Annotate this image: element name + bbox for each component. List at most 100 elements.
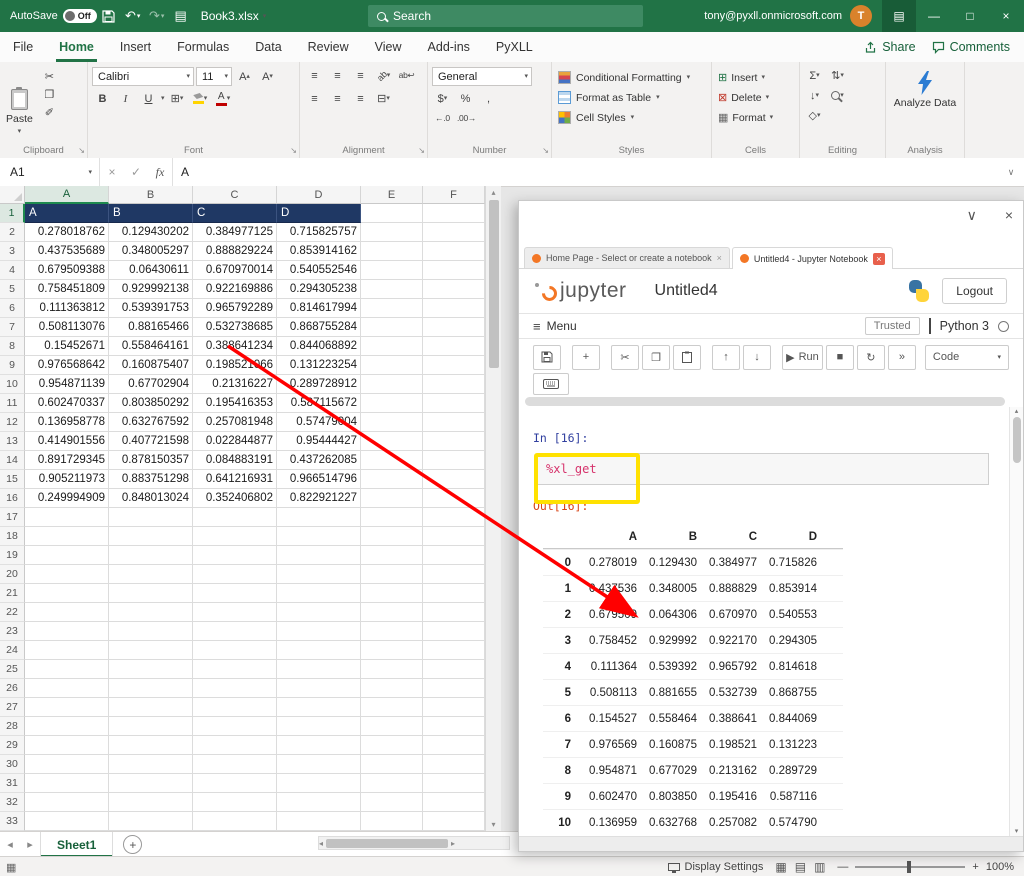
zoom-slider[interactable] bbox=[855, 866, 965, 868]
percent-button[interactable]: % bbox=[455, 90, 476, 107]
zoom-in-icon[interactable]: + bbox=[972, 861, 978, 873]
grid-cell[interactable] bbox=[423, 413, 485, 432]
move-cell-up-button[interactable]: ↑ bbox=[712, 345, 740, 370]
italic-button[interactable]: I bbox=[115, 90, 136, 107]
ribbon-tab-pyxll[interactable]: PyXLL bbox=[483, 32, 546, 62]
grid-cell[interactable]: 0.15452671 bbox=[25, 337, 109, 356]
select-all-corner[interactable] bbox=[0, 186, 25, 204]
scrollbar-thumb[interactable] bbox=[1013, 417, 1021, 463]
row-header-2[interactable]: 2 bbox=[0, 223, 25, 242]
grid-cell[interactable] bbox=[109, 679, 193, 698]
grid-cell[interactable] bbox=[193, 774, 277, 793]
grid-cell[interactable] bbox=[361, 622, 423, 641]
grid-cell[interactable]: 0.195416353 bbox=[193, 394, 277, 413]
column-header-c[interactable]: C bbox=[193, 186, 277, 204]
grid-cell[interactable]: 0.853914162 bbox=[277, 242, 361, 261]
row-header-5[interactable]: 5 bbox=[0, 280, 25, 299]
ribbon-tab-add-ins[interactable]: Add-ins bbox=[415, 32, 483, 62]
autosave-toggle[interactable]: AutoSave Off bbox=[10, 9, 97, 23]
notebook-title[interactable]: Untitled4 bbox=[655, 282, 718, 300]
zoom-out-icon[interactable]: — bbox=[837, 861, 848, 873]
grid-cell[interactable]: 0.883751298 bbox=[109, 470, 193, 489]
grid-cell[interactable]: 0.136958778 bbox=[25, 413, 109, 432]
row-header-13[interactable]: 13 bbox=[0, 432, 25, 451]
row-header-29[interactable]: 29 bbox=[0, 736, 25, 755]
wrap-text-button[interactable]: ab↩ bbox=[396, 67, 417, 84]
comments-button[interactable]: Comments bbox=[932, 40, 1010, 54]
grid-cell[interactable] bbox=[423, 774, 485, 793]
shrink-font-button[interactable]: A▾ bbox=[257, 68, 278, 85]
scroll-right-icon[interactable]: ▸ bbox=[451, 839, 455, 848]
align-middle-button[interactable]: ≡ bbox=[327, 67, 348, 84]
grid-cell[interactable]: 0.131223254 bbox=[277, 356, 361, 375]
grid-cell[interactable] bbox=[193, 565, 277, 584]
cell-type-select[interactable]: Code▾ bbox=[925, 345, 1009, 370]
row-header-26[interactable]: 26 bbox=[0, 679, 25, 698]
column-header-a[interactable]: A bbox=[25, 186, 109, 204]
ribbon-tab-view[interactable]: View bbox=[362, 32, 415, 62]
align-center-button[interactable]: ≡ bbox=[327, 90, 348, 107]
grid-cell[interactable] bbox=[423, 622, 485, 641]
row-header-15[interactable]: 15 bbox=[0, 470, 25, 489]
grid-cell[interactable] bbox=[109, 660, 193, 679]
grid-cell[interactable] bbox=[361, 603, 423, 622]
grid-cell[interactable] bbox=[109, 717, 193, 736]
grid-cell[interactable] bbox=[109, 774, 193, 793]
workbook-title[interactable]: Book3.xlsx▾ bbox=[201, 9, 267, 23]
save-notebook-button[interactable] bbox=[533, 345, 561, 370]
redo-button[interactable]: ↷▾ bbox=[145, 0, 169, 32]
grid-cell[interactable] bbox=[361, 565, 423, 584]
zoom-slider-thumb[interactable] bbox=[907, 861, 911, 873]
grid-cell[interactable] bbox=[193, 527, 277, 546]
column-header-f[interactable]: F bbox=[423, 186, 485, 204]
grid-cell[interactable] bbox=[423, 204, 485, 223]
grid-cell[interactable] bbox=[109, 603, 193, 622]
row-header-1[interactable]: 1 bbox=[0, 204, 25, 223]
grid-cell[interactable] bbox=[193, 679, 277, 698]
scrollbar-thumb[interactable] bbox=[489, 200, 499, 368]
grid-cell[interactable] bbox=[423, 736, 485, 755]
grid-cell[interactable] bbox=[361, 755, 423, 774]
grid-cell[interactable] bbox=[25, 527, 109, 546]
grid-cell[interactable]: 0.679509388 bbox=[25, 261, 109, 280]
grid-cell[interactable] bbox=[361, 736, 423, 755]
grid-cell[interactable] bbox=[361, 375, 423, 394]
grid-cell[interactable]: 0.558464161 bbox=[109, 337, 193, 356]
row-header-14[interactable]: 14 bbox=[0, 451, 25, 470]
normal-view-icon[interactable]: ▦ bbox=[775, 860, 786, 874]
grid-cell[interactable] bbox=[109, 546, 193, 565]
grid-cell[interactable] bbox=[277, 584, 361, 603]
ribbon-tab-data[interactable]: Data bbox=[242, 32, 294, 62]
grid-cell[interactable] bbox=[25, 603, 109, 622]
grid-cell[interactable] bbox=[361, 679, 423, 698]
scroll-left-icon[interactable]: ◂ bbox=[319, 839, 323, 848]
grid-cell[interactable] bbox=[423, 432, 485, 451]
grid-cell[interactable] bbox=[25, 641, 109, 660]
grid-cell[interactable] bbox=[25, 565, 109, 584]
grid-cell[interactable] bbox=[193, 546, 277, 565]
grid-cell[interactable] bbox=[193, 755, 277, 774]
font-name-combo[interactable]: Calibri▾ bbox=[92, 67, 194, 86]
comma-button[interactable]: , bbox=[478, 90, 499, 107]
grid-cell[interactable] bbox=[277, 793, 361, 812]
grid-cell[interactable]: 0.803850292 bbox=[109, 394, 193, 413]
grid-cell[interactable] bbox=[25, 660, 109, 679]
column-header-d[interactable]: D bbox=[277, 186, 361, 204]
grid-cell[interactable] bbox=[193, 736, 277, 755]
grid-cell[interactable] bbox=[361, 223, 423, 242]
grid-cell[interactable] bbox=[361, 584, 423, 603]
find-select-button[interactable]: ▾ bbox=[827, 87, 848, 104]
dialog-launcher-icon[interactable]: ↘ bbox=[542, 146, 549, 155]
grid-cell[interactable]: 0.022844877 bbox=[193, 432, 277, 451]
grid-cell[interactable] bbox=[25, 736, 109, 755]
grid-cell[interactable] bbox=[277, 565, 361, 584]
grid-cell[interactable]: 0.414901556 bbox=[25, 432, 109, 451]
row-header-18[interactable]: 18 bbox=[0, 527, 25, 546]
insert-function-button[interactable]: fx bbox=[148, 165, 172, 180]
grid-cell[interactable] bbox=[423, 755, 485, 774]
accounting-format-button[interactable]: $▾ bbox=[432, 90, 453, 107]
grid-cell[interactable] bbox=[423, 641, 485, 660]
grid-cell[interactable]: 0.129430202 bbox=[109, 223, 193, 242]
copy-cell-button[interactable]: ❐ bbox=[642, 345, 670, 370]
grid-cell[interactable] bbox=[423, 261, 485, 280]
